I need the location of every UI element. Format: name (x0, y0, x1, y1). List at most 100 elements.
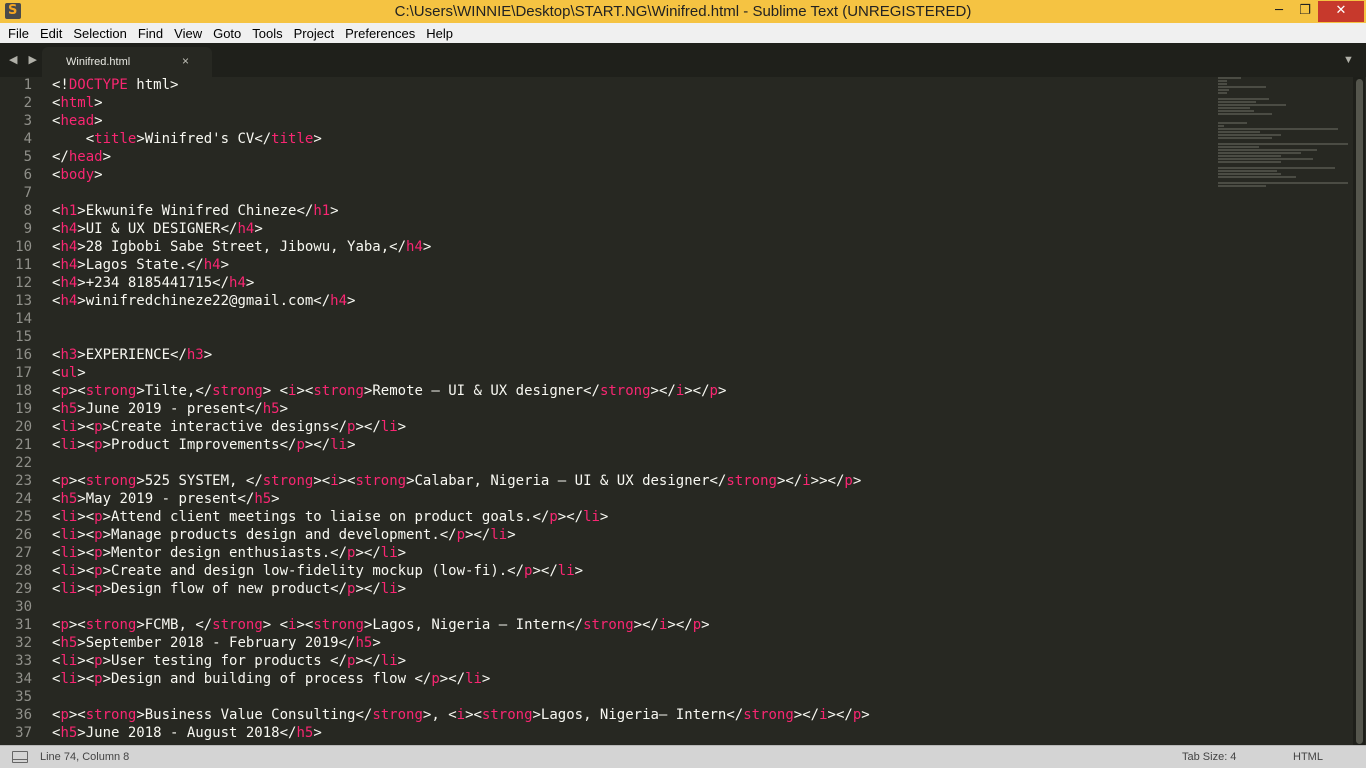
cursor-position: Line 74, Column 8 (40, 751, 130, 763)
line-number: 35 (15, 689, 32, 705)
vertical-scrollbar[interactable] (1353, 77, 1365, 745)
code-line[interactable]: </head> (52, 149, 1202, 167)
code-line[interactable] (52, 599, 1202, 617)
code-line[interactable]: <body> (52, 167, 1202, 185)
code-line[interactable]: <li><p>Attend client meetings to liaise … (52, 509, 1202, 527)
minimap-line (1218, 176, 1296, 178)
code-line[interactable]: <head> (52, 113, 1202, 131)
minimize-button[interactable]: ─ (1265, 1, 1293, 22)
code-line[interactable] (52, 689, 1202, 707)
tab-close-icon[interactable]: × (182, 54, 189, 68)
code-line[interactable] (52, 455, 1202, 473)
code-line[interactable]: <li><p>Product Improvements</p></li> (52, 437, 1202, 455)
line-number: 15 (15, 329, 32, 345)
minimap-line (1218, 92, 1227, 94)
minimap-line (1218, 182, 1348, 184)
code-line[interactable]: <h4>Lagos State.</h4> (52, 257, 1202, 275)
tab-dropdown-icon[interactable]: ▼ (1343, 54, 1354, 66)
menu-selection[interactable]: Selection (67, 23, 131, 43)
tab-winifred-html[interactable]: Winifred.html × (42, 47, 212, 77)
minimap-line (1218, 104, 1286, 106)
menu-edit[interactable]: Edit (34, 23, 67, 43)
menu-view[interactable]: View (168, 23, 207, 43)
line-number: 14 (15, 311, 32, 327)
minimap-line (1218, 122, 1247, 124)
menu-find[interactable]: Find (132, 23, 168, 43)
tab-nav-arrows-icon[interactable]: ◀ ▶ (9, 53, 41, 66)
code-line[interactable]: <p><strong>FCMB, </strong> <i><strong>La… (52, 617, 1202, 635)
code-line[interactable]: <h4>+234 8185441715</h4> (52, 275, 1202, 293)
menu-project[interactable]: Project (288, 23, 339, 43)
code-line[interactable]: <li><p>Design flow of new product</p></l… (52, 581, 1202, 599)
line-number: 11 (15, 257, 32, 273)
line-number: 30 (15, 599, 32, 615)
minimap-line (1218, 170, 1277, 172)
line-number: 28 (15, 563, 32, 579)
minimap-line (1218, 131, 1260, 133)
code-line[interactable]: <h5>June 2018 - August 2018</h5> (52, 725, 1202, 743)
line-number: 37 (15, 725, 32, 741)
menu-goto[interactable]: Goto (207, 23, 246, 43)
minimap-line (1218, 80, 1227, 82)
minimap-line (1218, 185, 1266, 187)
line-number: 2 (23, 95, 32, 111)
code-line[interactable] (52, 185, 1202, 203)
syntax-selector[interactable]: HTML (1293, 751, 1323, 763)
code-line[interactable]: <title>Winifred's CV</title> (52, 131, 1202, 149)
code-line[interactable]: <h5>September 2018 - February 2019</h5> (52, 635, 1202, 653)
code-line[interactable]: <h1>Ekwunife Winifred Chineze</h1> (52, 203, 1202, 221)
code-content[interactable]: <!DOCTYPE html> <html> <head> <title>Winif… (52, 77, 1202, 743)
code-line[interactable]: <li><p>Mentor design enthusiasts.</p></l… (52, 545, 1202, 563)
code-line[interactable]: <p><strong>525 SYSTEM, </strong><i><stro… (52, 473, 1202, 491)
code-line[interactable]: <h4>UI & UX DESIGNER</h4> (52, 221, 1202, 239)
line-number: 17 (15, 365, 32, 381)
panel-toggle-icon[interactable] (12, 751, 28, 763)
line-number: 9 (23, 221, 32, 237)
line-number: 4 (23, 131, 32, 147)
minimap[interactable] (1218, 77, 1352, 237)
line-number: 6 (23, 167, 32, 183)
menu-tools[interactable]: Tools (246, 23, 287, 43)
line-number: 10 (15, 239, 32, 255)
line-number: 18 (15, 383, 32, 399)
code-line[interactable]: <li><p>User testing for products </p></l… (52, 653, 1202, 671)
editor-area[interactable]: 1 2 3 4 5 6 7 8 9 10 11 12 13 14 15 16 17 18 19 20 21 22 23 24 2… (0, 77, 1366, 745)
minimap-line (1218, 98, 1269, 100)
minimap-line (1218, 152, 1301, 154)
code-line[interactable] (52, 311, 1202, 329)
code-line[interactable]: <h5>May 2019 - present</h5> (52, 491, 1202, 509)
menu-file[interactable]: File (2, 23, 34, 43)
scrollbar-thumb[interactable] (1356, 79, 1363, 744)
code-line[interactable]: <h5>June 2019 - present</h5> (52, 401, 1202, 419)
line-number: 24 (15, 491, 32, 507)
minimap-line (1218, 107, 1250, 109)
line-number: 23 (15, 473, 32, 489)
tab-size-selector[interactable]: Tab Size: 4 (1182, 751, 1236, 763)
minimap-line (1218, 149, 1317, 151)
code-line[interactable]: <li><p>Manage products design and develo… (52, 527, 1202, 545)
line-number: 27 (15, 545, 32, 561)
code-line[interactable]: <p><strong>Business Value Consulting</st… (52, 707, 1202, 725)
menu-bar: File Edit Selection Find View Goto Tools… (0, 23, 1366, 43)
code-line[interactable]: <html> (52, 95, 1202, 113)
line-number: 19 (15, 401, 32, 417)
line-number: 36 (15, 707, 32, 723)
code-line[interactable]: <ul> (52, 365, 1202, 383)
code-line[interactable]: <!DOCTYPE html> (52, 77, 1202, 95)
code-line[interactable]: <li><p>Design and building of process fl… (52, 671, 1202, 689)
code-line[interactable]: <li><p>Create interactive designs</p></l… (52, 419, 1202, 437)
code-line[interactable] (52, 329, 1202, 347)
code-line[interactable]: <li><p>Create and design low-fidelity mo… (52, 563, 1202, 581)
code-line[interactable]: <h4>winifredchineze22@gmail.com</h4> (52, 293, 1202, 311)
menu-help[interactable]: Help (420, 23, 458, 43)
window-title: C:\Users\WINNIE\Desktop\START.NG\Winifre… (394, 3, 972, 20)
code-line[interactable]: <h3>EXPERIENCE</h3> (52, 347, 1202, 365)
code-line[interactable]: <p><strong>Tilte,</strong> <i><strong>Re… (52, 383, 1202, 401)
close-button[interactable]: ✕ (1318, 1, 1364, 22)
line-number: 33 (15, 653, 32, 669)
menu-preferences[interactable]: Preferences (339, 23, 420, 43)
code-line[interactable]: <h4>28 Igbobi Sabe Street, Jibowu, Yaba,… (52, 239, 1202, 257)
restore-button[interactable]: ❐ (1291, 1, 1319, 22)
minimap-line (1218, 167, 1335, 169)
line-number: 7 (23, 185, 32, 201)
